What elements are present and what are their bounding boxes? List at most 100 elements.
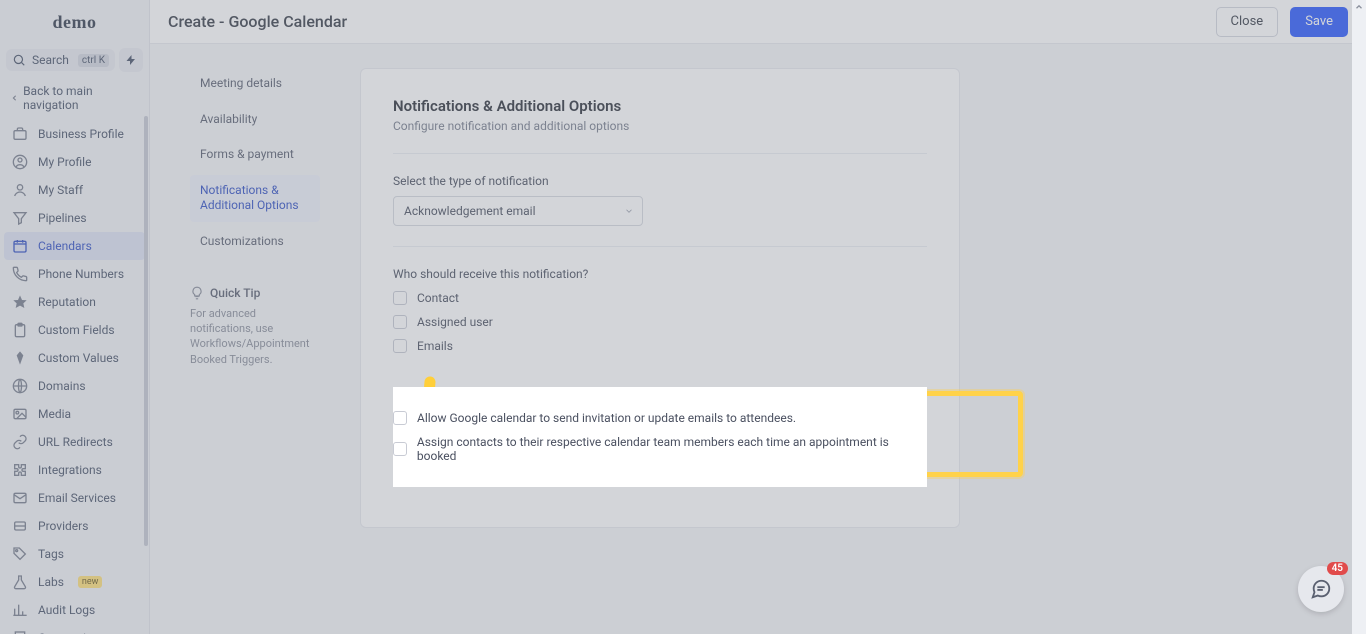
sidebar-item-label: Email Services <box>38 491 116 505</box>
who-checkbox-emails[interactable] <box>393 339 407 353</box>
sidebar-item-label: Custom Fields <box>38 323 115 337</box>
funnel-icon <box>12 210 28 226</box>
search-label: Search <box>32 53 72 67</box>
close-button[interactable]: Close <box>1216 7 1279 37</box>
search-icon <box>12 53 26 67</box>
assign-contacts-checkbox[interactable] <box>393 442 407 456</box>
page-scrollbar[interactable] <box>1352 0 1366 634</box>
chevron-left-icon <box>10 93 19 103</box>
topbar: Create - Google Calendar Close Save <box>150 0 1366 44</box>
who-checkbox-contact[interactable] <box>393 291 407 305</box>
who-label-contact: Contact <box>417 291 459 305</box>
back-to-main-nav[interactable]: Back to main navigation <box>0 76 149 120</box>
flask-icon <box>12 574 28 590</box>
sidebar-item-label: Tags <box>38 547 64 561</box>
quick-tip: Quick Tip For advanced notifications, us… <box>190 286 320 368</box>
sidebar-collapse-button[interactable] <box>119 48 143 72</box>
who-label-assigned-user: Assigned user <box>417 315 493 329</box>
tab-customizations[interactable]: Customizations <box>190 226 320 258</box>
sidebar-item-label: Pipelines <box>38 211 87 225</box>
sidebar-item-pipelines[interactable]: Pipelines <box>0 204 149 232</box>
sidebar-item-label: URL Redirects <box>38 435 113 449</box>
briefcase-icon <box>12 126 28 142</box>
sidebar-item-url-redirects[interactable]: URL Redirects <box>0 428 149 456</box>
sidebar-item-label: Labs <box>38 575 64 589</box>
provider-icon <box>12 518 28 534</box>
sidebar-item-media[interactable]: Media <box>0 400 149 428</box>
sidebar-item-companies[interactable]: Companies <box>0 624 149 634</box>
who-label: Who should receive this notification? <box>393 267 927 281</box>
tab-meeting-details[interactable]: Meeting details <box>190 68 320 100</box>
building-icon <box>12 630 28 634</box>
chevron-up-icon <box>1354 2 1364 12</box>
link-icon <box>12 434 28 450</box>
sidebar-item-phone-numbers[interactable]: Phone Numbers <box>0 260 149 288</box>
sidebar-item-label: Calendars <box>38 239 92 253</box>
diamond-icon <box>12 350 28 366</box>
chat-icon <box>1310 578 1332 600</box>
who-checkbox-assigned-user[interactable] <box>393 315 407 329</box>
puzzle-icon <box>12 462 28 478</box>
settings-card: Notifications & Additional Options Confi… <box>360 68 960 528</box>
tag-icon <box>12 546 28 562</box>
chat-count-badge: 45 <box>1327 562 1348 575</box>
chart-icon <box>12 602 28 618</box>
sidebar-item-label: My Profile <box>38 155 91 169</box>
save-button[interactable]: Save <box>1290 7 1348 37</box>
sidebar-item-tags[interactable]: Tags <box>0 540 149 568</box>
sidebar-item-label: Integrations <box>38 463 102 477</box>
phone-icon <box>12 266 28 282</box>
brand-logo: demo <box>0 0 149 44</box>
sidebar-item-custom-fields[interactable]: Custom Fields <box>0 316 149 344</box>
sidebar-item-label: Media <box>38 407 71 421</box>
sidebar-item-label: Domains <box>38 379 86 393</box>
bulb-icon <box>190 286 204 300</box>
mail-icon <box>12 490 28 506</box>
sidebar-item-label: Audit Logs <box>38 603 95 617</box>
sidebar-item-calendars[interactable]: Calendars <box>4 232 145 260</box>
notification-type-label: Select the type of notification <box>393 174 927 188</box>
new-badge: new <box>78 576 103 588</box>
card-heading: Notifications & Additional Options <box>393 97 927 115</box>
sidebar-item-my-profile[interactable]: My Profile <box>0 148 149 176</box>
allow-google-invite-checkbox[interactable] <box>393 411 407 425</box>
sidebar-scrollbar[interactable] <box>144 116 148 546</box>
sidebar-item-label: Business Profile <box>38 127 124 141</box>
calendar-icon <box>12 238 28 254</box>
settings-tabs: Meeting details AvailabilityForms & payme… <box>190 68 320 528</box>
search-input[interactable]: Search ctrl K <box>6 49 115 71</box>
main-area: Create - Google Calendar Close Save Meet… <box>150 0 1366 634</box>
clipboard-icon <box>12 322 28 338</box>
user-circle-icon <box>12 154 28 170</box>
star-icon <box>12 294 28 310</box>
sidebar-item-business-profile[interactable]: Business Profile <box>0 120 149 148</box>
globe-icon <box>12 378 28 394</box>
who-label-emails: Emails <box>417 339 453 353</box>
chevron-down-icon <box>624 206 634 216</box>
allow-google-invite-label: Allow Google calendar to send invitation… <box>417 411 796 425</box>
sidebar-item-integrations[interactable]: Integrations <box>0 456 149 484</box>
card-subheading: Configure notification and additional op… <box>393 119 927 133</box>
image-icon <box>12 406 28 422</box>
sidebar-item-reputation[interactable]: Reputation <box>0 288 149 316</box>
sidebar-item-labs[interactable]: Labs new <box>0 568 149 596</box>
chat-widget[interactable]: 45 <box>1298 566 1344 612</box>
sidebar-nav: Business Profile My Profile My Staff Pipeli… <box>0 120 149 634</box>
lightning-icon <box>125 54 137 66</box>
sidebar-item-my-staff[interactable]: My Staff <box>0 176 149 204</box>
sidebar-item-label: Custom Values <box>38 351 119 365</box>
sidebar-item-email-services[interactable]: Email Services <box>0 484 149 512</box>
user-icon <box>12 182 28 198</box>
tab-notifications-additional-options[interactable]: Notifications & Additional Options <box>190 175 320 222</box>
sidebar-item-custom-values[interactable]: Custom Values <box>0 344 149 372</box>
tab-availability[interactable]: Availability <box>190 104 320 136</box>
page-title: Create - Google Calendar <box>168 12 347 31</box>
sidebar-item-label: Providers <box>38 519 88 533</box>
search-shortcut: ctrl K <box>78 54 109 67</box>
sidebar-item-domains[interactable]: Domains <box>0 372 149 400</box>
tab-forms-payment[interactable]: Forms & payment <box>190 139 320 171</box>
sidebar-item-audit-logs[interactable]: Audit Logs <box>0 596 149 624</box>
sidebar: demo Search ctrl K Back to main navigati… <box>0 0 150 634</box>
sidebar-item-providers[interactable]: Providers <box>0 512 149 540</box>
notification-type-select[interactable]: Acknowledgement email <box>393 196 643 226</box>
